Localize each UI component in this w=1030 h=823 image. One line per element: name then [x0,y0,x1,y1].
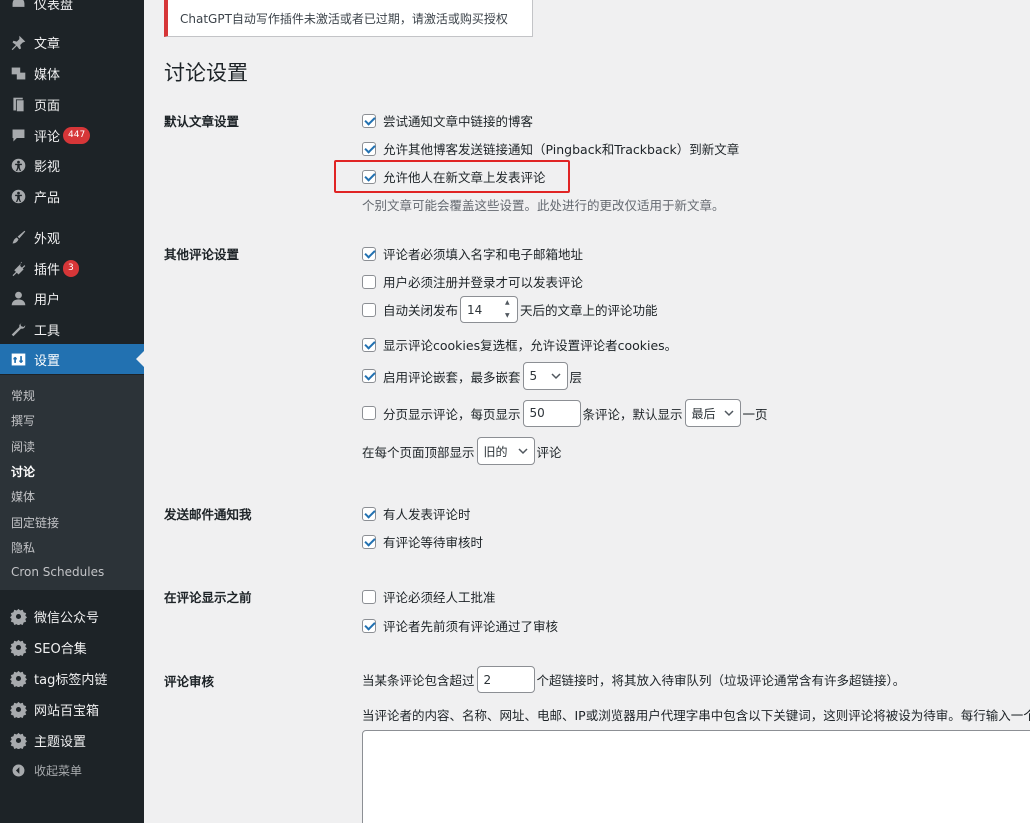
option-comment-order: 在每个页面顶部显示 旧的 评论 [362,437,562,465]
chevron-down-icon [550,373,561,380]
notice-text: ChatGPT自动写作插件未激活或者已过期，请激活或购买授权 [180,12,508,26]
checkbox-checked[interactable] [362,534,376,549]
active-menu-arrow [136,351,144,367]
collapse-menu-button[interactable]: 收起菜单 [0,755,144,785]
admin-sidebar: 仪表盘 文章 媒体 页面 评论 447 影视 产品 外观 插件 3 用户 工具 [0,0,144,823]
section-label-moderation: 评论审核 [164,674,215,689]
option-previously-approved[interactable]: 评论者先前须有评论通过了审核 [362,616,558,635]
close-days-input[interactable]: 14 ▲ ▼ [460,296,519,323]
brush-icon [8,227,28,247]
section-label-email-me: 发送邮件通知我 [164,507,252,522]
sidebar-item-appearance[interactable]: 外观 [0,222,144,252]
submenu-permalinks[interactable]: 固定链接 [11,514,59,531]
option-manual-approval[interactable]: 评论必须经人工批准 [362,587,496,606]
option-require-registration[interactable]: 用户必须注册并登录才可以发表评论 [362,272,583,291]
sidebar-item-products[interactable]: 产品 [0,181,144,211]
default-article-description: 个别文章可能会覆盖这些设置。此处进行的更改仅适用于新文章。 [362,198,725,213]
submenu-general[interactable]: 常规 [11,387,35,404]
sidebar-item-settings[interactable]: 设置 [0,344,144,374]
sidebar-item-toolbox[interactable]: 网站百宝箱 [0,694,144,724]
submenu-writing[interactable]: 撰写 [11,412,35,429]
sidebar-item-film[interactable]: 影视 [0,150,144,180]
checkbox-checked[interactable] [362,246,376,261]
comments-per-page-input[interactable]: 50 [522,399,581,427]
option-paged-comments: 分页显示评论，每页显示 50 条评论，默认显示 最后 一页 [362,399,768,427]
gear-icon [8,668,28,688]
page-title: 讨论设置 [164,61,248,85]
gear-icon [8,637,28,657]
section-label-default-article: 默认文章设置 [164,114,240,129]
license-notice: ChatGPT自动写作插件未激活或者已过期，请激活或购买授权 [164,0,533,37]
dashboard-icon [8,0,28,13]
chevron-down-icon [724,410,734,417]
thread-depth-select[interactable]: 5 [522,362,568,390]
checkbox-unchecked[interactable] [362,302,376,317]
collapse-arrow-icon [8,760,28,780]
wrench-icon [8,319,28,339]
gear-icon [8,606,28,626]
comment-icon [8,125,28,145]
accessibility-icon [8,155,28,175]
submenu-privacy[interactable]: 隐私 [11,539,35,556]
accessibility-icon [8,186,28,206]
checkbox-checked[interactable] [362,506,376,521]
checkbox-checked[interactable] [362,141,376,156]
settings-icon [8,349,28,369]
submenu-media[interactable]: 媒体 [11,488,35,505]
comment-order-select[interactable]: 旧的 [476,437,535,465]
moderation-links-row: 当某条评论包含超过 2 个超链接时，将其放入待审队列（垃圾评论通常含有许多超链接… [362,666,905,693]
option-email-on-comment[interactable]: 有人发表评论时 [362,504,471,523]
checkbox-checked[interactable] [362,337,376,352]
settings-submenu: 常规 撰写 阅读 讨论 媒体 固定链接 隐私 Cron Schedules [0,375,144,590]
checkbox-unchecked[interactable] [362,406,376,420]
page-icon [8,94,28,114]
stepper-arrows-icon[interactable]: ▲ ▼ [505,299,515,320]
sidebar-item-posts[interactable]: 文章 [0,27,144,57]
option-allow-pingbacks[interactable]: 允许其他博客发送链接通知（Pingback和Trackback）到新文章 [362,139,739,158]
option-auto-close: 自动关闭发布 14 ▲ ▼ 天后的文章上的评论功能 [362,296,658,323]
sidebar-item-comments[interactable]: 评论 447 [0,120,144,150]
option-ping-blogs[interactable]: 尝试通知文章中链接的博客 [362,111,533,130]
option-require-name-email[interactable]: 评论者必须填入名字和电子邮箱地址 [362,244,583,263]
sidebar-item-users[interactable]: 用户 [0,283,144,313]
checkbox-checked[interactable] [362,369,376,383]
comment-count-badge: 447 [63,126,91,144]
sidebar-item-media[interactable]: 媒体 [0,58,144,88]
sidebar-item-tag-links[interactable]: tag标签内链 [0,663,144,693]
chevron-down-icon [517,448,528,455]
submenu-cron-schedules[interactable]: Cron Schedules [11,565,104,579]
gear-icon [8,730,28,750]
default-page-select[interactable]: 最后 [684,399,741,427]
checkbox-unchecked[interactable] [362,589,376,604]
media-icon [8,63,28,83]
option-email-on-moderation[interactable]: 有评论等待审核时 [362,532,483,551]
pin-icon [8,32,28,52]
section-label-before-appear: 在评论显示之前 [164,590,252,605]
moderation-keys-description: 当评论者的内容、名称、网址、电邮、IP或浏览器用户代理字串中包含以下关键词，这则… [362,708,1030,723]
submenu-reading[interactable]: 阅读 [11,438,35,455]
checkbox-unchecked[interactable] [362,274,376,289]
sidebar-item-dashboard[interactable]: 仪表盘 [0,0,144,18]
sidebar-item-plugins[interactable]: 插件 3 [0,253,144,283]
moderation-keys-textarea[interactable] [362,730,1030,823]
checkbox-checked[interactable] [362,113,376,128]
checkbox-checked[interactable] [362,618,376,633]
option-threaded-comments: 启用评论嵌套，最多嵌套 5 层 [362,362,582,390]
sidebar-item-theme-settings[interactable]: 主题设置 [0,725,144,755]
sidebar-item-tools[interactable]: 工具 [0,314,144,344]
sidebar-item-seo[interactable]: SEO合集 [0,632,144,662]
sidebar-item-wechat[interactable]: 微信公众号 [0,601,144,631]
submenu-discussion[interactable]: 讨论 [11,463,35,480]
sidebar-item-pages[interactable]: 页面 [0,89,144,119]
red-highlight-box [334,160,570,193]
option-cookies[interactable]: 显示评论cookies复选框，允许设置评论者cookies。 [362,335,677,354]
gear-icon [8,699,28,719]
plugin-icon [8,258,28,278]
max-links-input[interactable]: 2 [476,666,535,693]
plugin-update-badge: 3 [63,259,79,277]
section-label-other-comment: 其他评论设置 [164,247,240,262]
user-icon [8,288,28,308]
